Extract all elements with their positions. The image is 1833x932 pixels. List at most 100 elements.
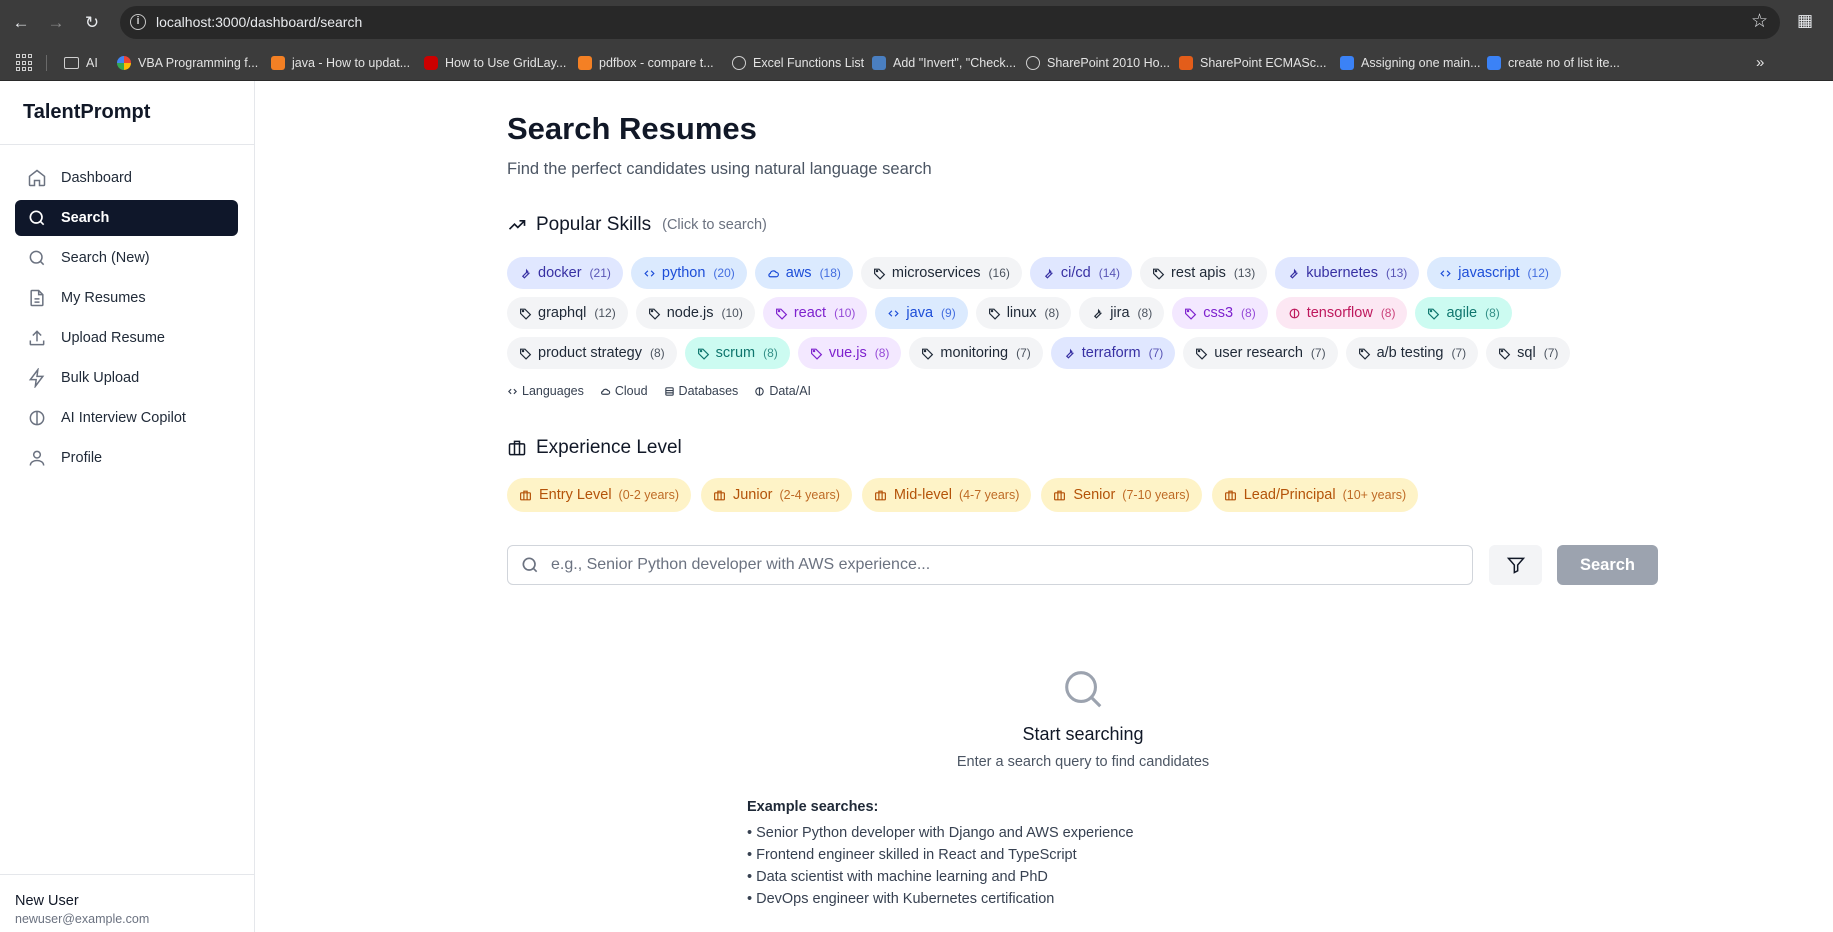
skill-chip-count: (7) [1451,346,1467,360]
globe-icon [732,56,746,70]
bookmark-star-icon[interactable]: ☆ [1751,10,1768,33]
experience-level-chip[interactable]: Senior (7-10 years) [1041,478,1202,512]
address-bar[interactable]: i localhost:3000/dashboard/search ☆ [120,6,1780,39]
skill-chip-count: (7) [1310,346,1326,360]
bookmarks-overflow-icon[interactable]: » [1756,54,1764,71]
bookmark-item[interactable]: Excel Functions List [732,45,864,81]
sidebar-item-ai-interview-copilot[interactable]: AI Interview Copilot [15,400,238,436]
empty-state-subtitle: Enter a search query to find candidates [956,754,1210,770]
skill-chip-name: vue.js [828,345,867,361]
forward-arrow-icon[interactable]: → [45,12,67,34]
sidebar-item-label: Upload Resume [61,330,165,346]
skill-chip[interactable]: aws (18) [754,257,853,289]
skill-chip[interactable]: docker (21) [507,257,623,289]
skill-chip-name: product strategy [538,345,642,361]
sidebar-item-search[interactable]: Search [15,200,238,236]
search-input-wrapper[interactable] [507,545,1473,585]
skill-chip[interactable]: node.js (10) [635,297,755,329]
upload-icon [29,330,45,346]
popular-skills-heading: Popular Skills (Click to search) [507,214,767,236]
bookmark-item[interactable]: VBA Programming f... [117,45,258,81]
experience-level-range: (4-7 years) [958,488,1020,502]
bookmark-item[interactable]: How to Use GridLay... [424,45,566,81]
skill-chip[interactable]: jira (8) [1079,297,1165,329]
skill-chips: docker (21) python (20) aws (18) microservices… [507,257,1647,377]
example-search-item: • DevOps engineer with Kubernetes certif… [747,891,1055,907]
sidebar-item-bulk-upload[interactable]: Bulk Upload [15,360,238,396]
example-searches-title: Example searches: [747,799,879,815]
search-button[interactable]: Search [1557,545,1658,585]
url-text[interactable]: localhost:3000/dashboard/search [156,14,362,30]
reload-icon[interactable]: ↻ [81,12,103,34]
experience-level-chip[interactable]: Junior (2-4 years) [700,478,852,512]
site-info-icon[interactable]: i [130,14,146,30]
skill-chip-name: css3 [1203,305,1234,321]
filter-button[interactable] [1489,545,1542,585]
skill-chip[interactable]: javascript (12) [1427,257,1561,289]
skill-chip-name: aws [785,265,812,281]
skill-chip[interactable]: ci/cd (14) [1029,257,1133,289]
sidebar-item-dashboard[interactable]: Dashboard [15,160,238,196]
skill-chip-count: (8) [1137,306,1153,320]
skill-chip[interactable]: tensorflow (8) [1275,297,1408,329]
search-icon [29,250,45,266]
skill-chip[interactable]: sql (7) [1486,337,1571,369]
tag-icon [648,308,660,320]
skill-chip[interactable]: product strategy (8) [507,337,677,369]
skill-chip[interactable]: python (20) [630,257,747,289]
briefcase-icon [1224,490,1236,500]
skill-chip[interactable]: java (9) [875,297,968,329]
home-icon [28,169,46,187]
bookmark-item[interactable]: SharePoint ECMASc... [1179,45,1326,81]
bookmark-item[interactable]: Add "Invert", "Check... [872,45,1016,81]
skill-chip[interactable]: monitoring (7) [909,337,1043,369]
skill-chip-count: (8) [763,346,778,360]
briefcase-icon [714,490,725,500]
search-input[interactable] [551,556,1451,574]
extensions-icon[interactable]: ▦ [1797,11,1817,31]
skill-chip-name: microservices [891,265,981,281]
bookmark-folder-ai[interactable]: AI [64,45,98,81]
bookmark-item[interactable]: pdfbox - compare t... [578,45,714,81]
sidebar-item-search-new[interactable]: Search (New) [15,240,238,276]
skill-chip[interactable]: linux (8) [975,297,1072,329]
back-arrow-icon[interactable]: ← [10,12,32,34]
skill-chip[interactable]: a/b testing (7) [1345,337,1479,369]
apps-grid-icon[interactable] [16,54,34,72]
experience-level-chip[interactable]: Lead/Principal (10+ years) [1211,478,1419,512]
divider [0,144,254,145]
skill-chip[interactable]: scrum (8) [684,337,790,369]
search-icon [29,210,45,226]
skill-chip[interactable]: react (10) [762,297,868,329]
skill-chip[interactable]: rest apis (13) [1140,257,1268,289]
skill-chip[interactable]: microservices (16) [860,257,1022,289]
skill-chip[interactable]: agile (8) [1415,297,1512,329]
bookmark-item[interactable]: create no of list ite... [1487,45,1620,81]
experience-level-label: Junior [732,487,773,503]
sidebar-item-upload-resume[interactable]: Upload Resume [15,320,238,356]
skill-chip[interactable]: vue.js (8) [797,337,902,369]
page-subtitle: Find the perfect candidates using natura… [507,160,932,178]
skill-chip[interactable]: graphql (12) [507,297,628,329]
bookmark-item[interactable]: SharePoint 2010 Ho... [1026,45,1170,81]
experience-level-chip[interactable]: Mid-level (4-7 years) [861,478,1032,512]
folder-icon [64,57,79,69]
tag-icon [697,348,709,360]
skill-chip-name: monitoring [940,345,1009,361]
experience-level-chip[interactable]: Entry Level (0-2 years) [507,478,691,512]
trending-up-icon [508,220,526,230]
experience-chips: Entry Level (0-2 years) Junior (2-4 years) M… [507,478,1419,512]
bookmark-item[interactable]: Assigning one main... [1340,45,1481,81]
skill-chip[interactable]: kubernetes (13) [1275,257,1420,289]
bookmark-item[interactable]: java - How to updat... [271,45,410,81]
brand-logo[interactable]: TalentPrompt [23,101,150,124]
skill-chip-name: jira [1110,305,1130,321]
skill-chip[interactable]: css3 (8) [1172,297,1268,329]
skill-chip-count: (8) [1241,306,1256,320]
sidebar-item-my-resumes[interactable]: My Resumes [15,280,238,316]
skill-chip[interactable]: user research (7) [1183,337,1338,369]
skill-chip-name: node.js [666,305,714,321]
sidebar-item-label: Profile [61,450,103,466]
skill-chip[interactable]: terraform (7) [1050,337,1176,369]
sidebar-item-profile[interactable]: Profile [15,440,238,476]
